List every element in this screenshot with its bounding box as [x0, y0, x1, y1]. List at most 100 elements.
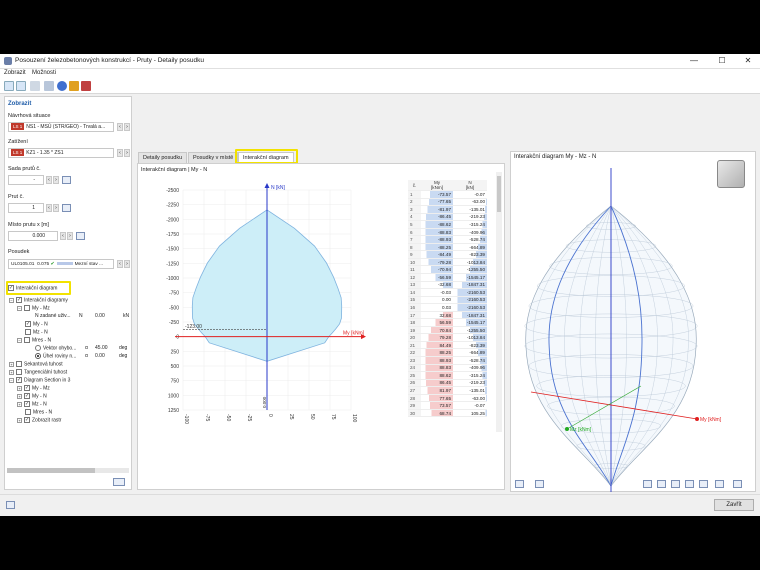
expand-icon[interactable]: +: [9, 369, 14, 375]
export-icon[interactable]: [81, 81, 91, 91]
prev-location-button[interactable]: ‹: [60, 232, 66, 240]
tree-item-section-my-n[interactable]: + My - N: [17, 393, 47, 399]
pointer-icon[interactable]: [4, 81, 14, 91]
design-situation-select[interactable]: LS 1 NS1 - MSÚ (STR/GEO) - Trvalá a...: [8, 122, 114, 132]
globe-icon[interactable]: [57, 81, 67, 91]
expand-icon[interactable]: +: [17, 385, 22, 391]
render-mode-icon[interactable]: [699, 480, 708, 488]
export-3d-icon[interactable]: [535, 480, 544, 488]
print-icon[interactable]: [113, 478, 125, 486]
prev-check-button[interactable]: ‹: [117, 260, 123, 268]
table-row: 3 -81.97 -135.01: [408, 205, 487, 214]
check-select[interactable]: UL0105.01 0.075 ✔ Mezní stav ...: [8, 259, 114, 269]
expand-icon[interactable]: +: [9, 361, 14, 367]
collapse-icon[interactable]: −: [9, 297, 14, 303]
menu-moznosti[interactable]: Možnosti: [32, 70, 56, 76]
next-set-button[interactable]: ›: [53, 176, 59, 184]
expand-icon[interactable]: +: [17, 401, 22, 407]
pick-member-icon[interactable]: [62, 204, 71, 212]
view-z-icon[interactable]: [671, 480, 680, 488]
tree-item-my-n[interactable]: My - N: [25, 321, 48, 327]
scroll-thumb[interactable]: [7, 468, 95, 473]
diagram-2d-panel: Interakční diagram | My - N -2500 -2250 -2…: [137, 163, 505, 490]
tree-checkbox[interactable]: [16, 377, 22, 383]
print-3d-icon[interactable]: [515, 480, 524, 488]
tree-checkbox[interactable]: [24, 401, 30, 407]
tree-value[interactable]: 0.00: [95, 353, 105, 359]
pick-set-icon[interactable]: [62, 176, 71, 184]
tree-item-vector-angle[interactable]: Vektor ohybo... α 45.00 deg: [35, 345, 131, 351]
location-input[interactable]: 0.000: [8, 231, 58, 241]
tree-item-diagram-section[interactable]: − Diagram Section in 3: [9, 377, 70, 383]
table-scrollbar[interactable]: [496, 172, 502, 432]
next-location-button[interactable]: ›: [67, 232, 73, 240]
visibility-icon[interactable]: [715, 480, 724, 488]
prev-ds-button[interactable]: ‹: [117, 123, 123, 131]
loading-select[interactable]: LS 1 KZ1 - 1.35 * ZS1: [8, 148, 114, 158]
table-row: 9 -84.49 -823.39: [408, 250, 487, 259]
tree-item-interaction-diagrams[interactable]: − Interakční diagramy: [9, 297, 68, 303]
collapse-icon[interactable]: −: [9, 377, 14, 383]
view-y-icon[interactable]: [657, 480, 666, 488]
tree-unit: kN: [123, 313, 130, 319]
collapse-icon[interactable]: −: [17, 305, 22, 311]
tree-item-section-my-mz[interactable]: + My - Mz: [17, 385, 50, 391]
units-icon[interactable]: [6, 501, 15, 509]
tree-checkbox[interactable]: [16, 361, 22, 367]
maximize-button[interactable]: ☐: [712, 55, 732, 67]
filter-icon[interactable]: [30, 81, 40, 91]
select-icon[interactable]: [16, 81, 26, 91]
radio-selected-icon[interactable]: [35, 353, 41, 359]
tree-checkbox[interactable]: [25, 409, 31, 415]
member-select[interactable]: 1: [8, 203, 44, 213]
radio-icon[interactable]: [35, 345, 41, 351]
tree-item-mres-n[interactable]: − Mres - N: [17, 337, 51, 343]
tree-value[interactable]: 45.00: [95, 345, 108, 351]
sort-icon[interactable]: [44, 81, 54, 91]
tree-item-tangent[interactable]: + Tangenciální tuhost: [9, 369, 67, 375]
view-x-icon[interactable]: [643, 480, 652, 488]
expand-icon[interactable]: +: [17, 417, 22, 423]
next-check-button[interactable]: ›: [124, 260, 130, 268]
tree-item-plane-angle[interactable]: Úhel roviny n... α 0.00 deg: [35, 353, 131, 359]
close-window-button[interactable]: ✕: [738, 55, 758, 67]
prev-member-button[interactable]: ‹: [46, 204, 52, 212]
close-button[interactable]: Zavřít: [714, 499, 754, 511]
scroll-thumb[interactable]: [497, 176, 501, 212]
member-set-select[interactable]: -: [8, 175, 44, 185]
tab-checks-at-location[interactable]: Posudky v místě: [188, 152, 239, 163]
tree-item-my-mz[interactable]: − My - Mz: [17, 305, 50, 311]
tree-checkbox[interactable]: [24, 337, 30, 343]
tree-checkbox[interactable]: [24, 393, 30, 399]
my-value: -88.93: [421, 235, 453, 244]
tree-checkbox[interactable]: [25, 329, 31, 335]
horizontal-scrollbar[interactable]: [7, 468, 129, 473]
menu-zobrazit[interactable]: Zobrazit: [4, 70, 26, 76]
tree-item-show-grid[interactable]: + Zobrazit rastr: [17, 417, 61, 423]
tree-item-mz-n[interactable]: Mz - N: [25, 329, 48, 335]
tree-checkbox[interactable]: [16, 297, 22, 303]
tree-checkbox[interactable]: [24, 305, 30, 311]
prev-set-button[interactable]: ‹: [46, 176, 52, 184]
next-member-button[interactable]: ›: [53, 204, 59, 212]
tree-item-secant[interactable]: + Sekantová tuhost: [9, 361, 63, 367]
tree-item-section-mz-n[interactable]: + Mz - N: [17, 401, 47, 407]
prev-loading-button[interactable]: ‹: [117, 149, 123, 157]
expand-icon[interactable]: +: [17, 393, 22, 399]
next-ds-button[interactable]: ›: [124, 123, 130, 131]
tree-value[interactable]: 0.00: [95, 313, 105, 319]
tree-item-section-mres-n[interactable]: Mres - N: [25, 409, 52, 415]
view-iso-icon[interactable]: [685, 480, 694, 488]
tree-checkbox[interactable]: [24, 385, 30, 391]
tree-checkbox[interactable]: [16, 369, 22, 375]
next-loading-button[interactable]: ›: [124, 149, 130, 157]
my-value: 56.59: [421, 318, 453, 327]
tree-checkbox[interactable]: [24, 417, 30, 423]
settings-3d-icon[interactable]: [733, 480, 742, 488]
tab-check-details[interactable]: Detaily posudku: [138, 152, 188, 163]
settings-icon[interactable]: [69, 81, 79, 91]
minimize-button[interactable]: —: [684, 55, 704, 67]
collapse-icon[interactable]: −: [17, 337, 22, 343]
pick-location-icon[interactable]: [76, 232, 85, 240]
tree-checkbox[interactable]: [25, 321, 31, 327]
